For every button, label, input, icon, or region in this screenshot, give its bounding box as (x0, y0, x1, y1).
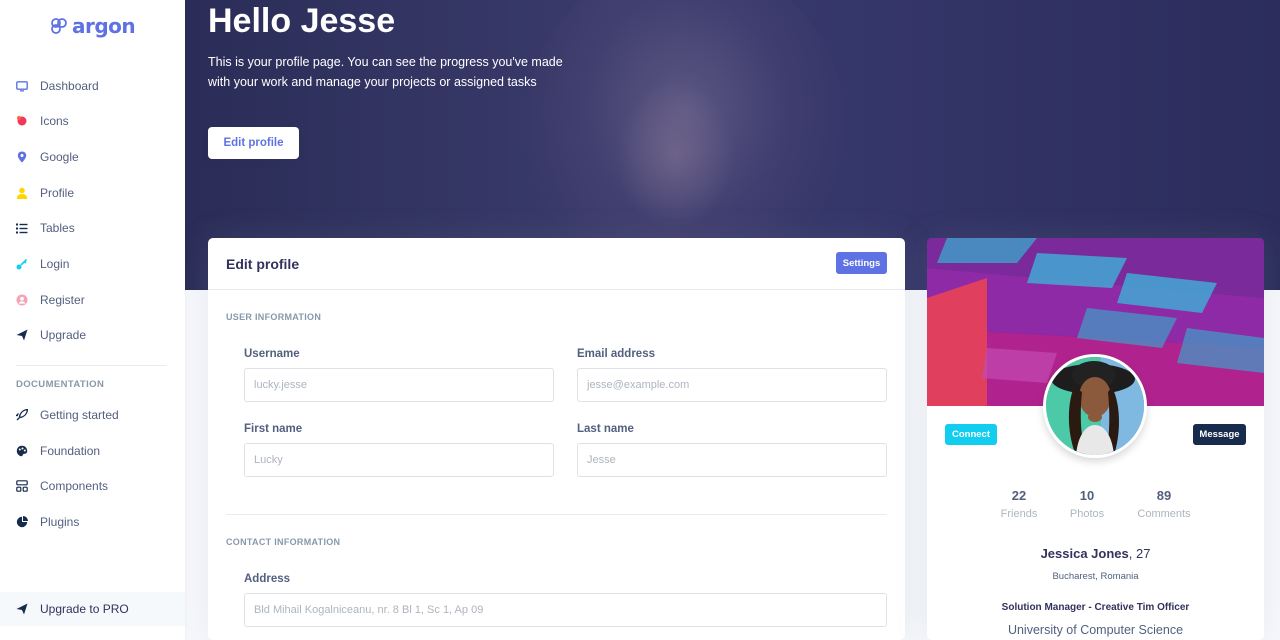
sidebar-item-label: Icons (40, 114, 69, 128)
sidebar-divider (16, 365, 167, 366)
address-input[interactable] (244, 593, 887, 627)
profile-job: Solution Manager - Creative Tim Officer (1001, 602, 1190, 613)
sidebar-item-label: Dashboard (40, 79, 99, 93)
sidebar-item-register[interactable]: Register (16, 290, 85, 310)
email-label: Email address (577, 348, 655, 360)
list-icon (16, 222, 28, 234)
page-title: Hello Jesse (208, 2, 396, 40)
sidebar-item-label: Register (40, 293, 85, 307)
first-name-input[interactable] (244, 443, 554, 477)
components-icon (16, 480, 28, 492)
stat-label: Comments (1137, 508, 1191, 520)
card-header: Edit profile Settings (208, 238, 905, 290)
last-name-label: Last name (577, 423, 634, 435)
argon-logo-icon (51, 18, 67, 34)
sidebar-item-components[interactable]: Components (16, 476, 108, 496)
key-icon (16, 258, 28, 270)
sidebar-heading-documentation: DOCUMENTATION (16, 379, 105, 390)
profile-age: , 27 (1128, 546, 1151, 561)
username-input[interactable] (244, 368, 554, 402)
connect-button[interactable]: Connect (945, 424, 997, 445)
sidebar-item-tables[interactable]: Tables (16, 218, 75, 238)
stat-photos: 10 Photos (1047, 488, 1127, 520)
settings-button[interactable]: Settings (836, 252, 887, 274)
brand-name: argon (72, 14, 136, 38)
tv-icon (16, 80, 28, 92)
section-heading-user-information: USER INFORMATION (226, 312, 322, 322)
stat-comments: 89 Comments (1124, 488, 1204, 520)
username-label: Username (244, 348, 300, 360)
sidebar-item-profile[interactable]: Profile (16, 183, 74, 203)
sidebar-item-label: Google (40, 150, 79, 164)
sidebar-item-login[interactable]: Login (16, 254, 69, 274)
avatar[interactable] (1043, 354, 1147, 458)
profile-card: Connect Message 22 Friends 10 Photos 89 … (927, 238, 1264, 640)
section-divider (226, 514, 887, 515)
sidebar-item-dashboard[interactable]: Dashboard (16, 76, 99, 96)
sidebar-item-google[interactable]: Google (16, 147, 79, 167)
upgrade-to-pro-button[interactable]: Upgrade to PRO (0, 592, 185, 626)
profile-name-text: Jessica Jones (1040, 546, 1129, 561)
user-icon (16, 187, 28, 199)
profile-school: University of Computer Science (1007, 623, 1184, 637)
sidebar-item-upgrade[interactable]: Upgrade (16, 325, 86, 345)
profile-location: Bucharest, Romania (1052, 571, 1139, 582)
rocket-icon (16, 409, 28, 421)
sidebar-item-label: Plugins (40, 515, 80, 529)
brand-logo[interactable]: argon (50, 14, 136, 38)
address-label: Address (244, 573, 291, 585)
sidebar-item-label: Upgrade (40, 328, 87, 342)
circle-user-icon (16, 294, 28, 306)
stat-label: Photos (1069, 508, 1105, 520)
email-input[interactable] (577, 368, 887, 402)
message-button[interactable]: Message (1193, 424, 1246, 445)
sidebar-item-label: Foundation (40, 444, 101, 458)
planet-icon (16, 115, 28, 127)
sidebar-item-label: Getting started (40, 408, 119, 422)
sidebar-item-label: Profile (40, 186, 75, 200)
edit-profile-card: Edit profile Settings USER INFORMATION U… (208, 238, 905, 640)
sidebar-item-foundation[interactable]: Foundation (16, 441, 100, 461)
sidebar-item-label: Tables (40, 221, 75, 235)
stat-value: 10 (1079, 488, 1095, 503)
upgrade-to-pro-label: Upgrade to PRO (40, 602, 129, 616)
sidebar-item-label: Login (40, 257, 70, 271)
sidebar-item-icons[interactable]: Icons (16, 111, 69, 131)
send-icon (16, 603, 28, 615)
send-icon (16, 329, 28, 341)
chart-pie-icon (16, 516, 28, 528)
header-description: This is your profile page. You can see t… (208, 55, 563, 89)
palette-icon (16, 445, 28, 457)
sidebar-item-plugins[interactable]: Plugins (16, 512, 79, 532)
pin-icon (16, 151, 28, 163)
header-background-face (615, 80, 735, 230)
sidebar-item-getting-started[interactable]: Getting started (16, 405, 119, 425)
last-name-input[interactable] (577, 443, 887, 477)
card-title: Edit profile (226, 256, 300, 272)
section-heading-contact-information: CONTACT INFORMATION (226, 537, 341, 547)
sidebar-item-label: Components (40, 479, 109, 493)
stat-value: 89 (1156, 488, 1172, 503)
first-name-label: First name (244, 423, 303, 435)
edit-profile-button[interactable]: Edit profile (208, 127, 299, 159)
sidebar: argon Dashboard Icons Google Profile Tab… (0, 0, 185, 640)
profile-name: Jessica Jones, 27 (927, 546, 1264, 561)
